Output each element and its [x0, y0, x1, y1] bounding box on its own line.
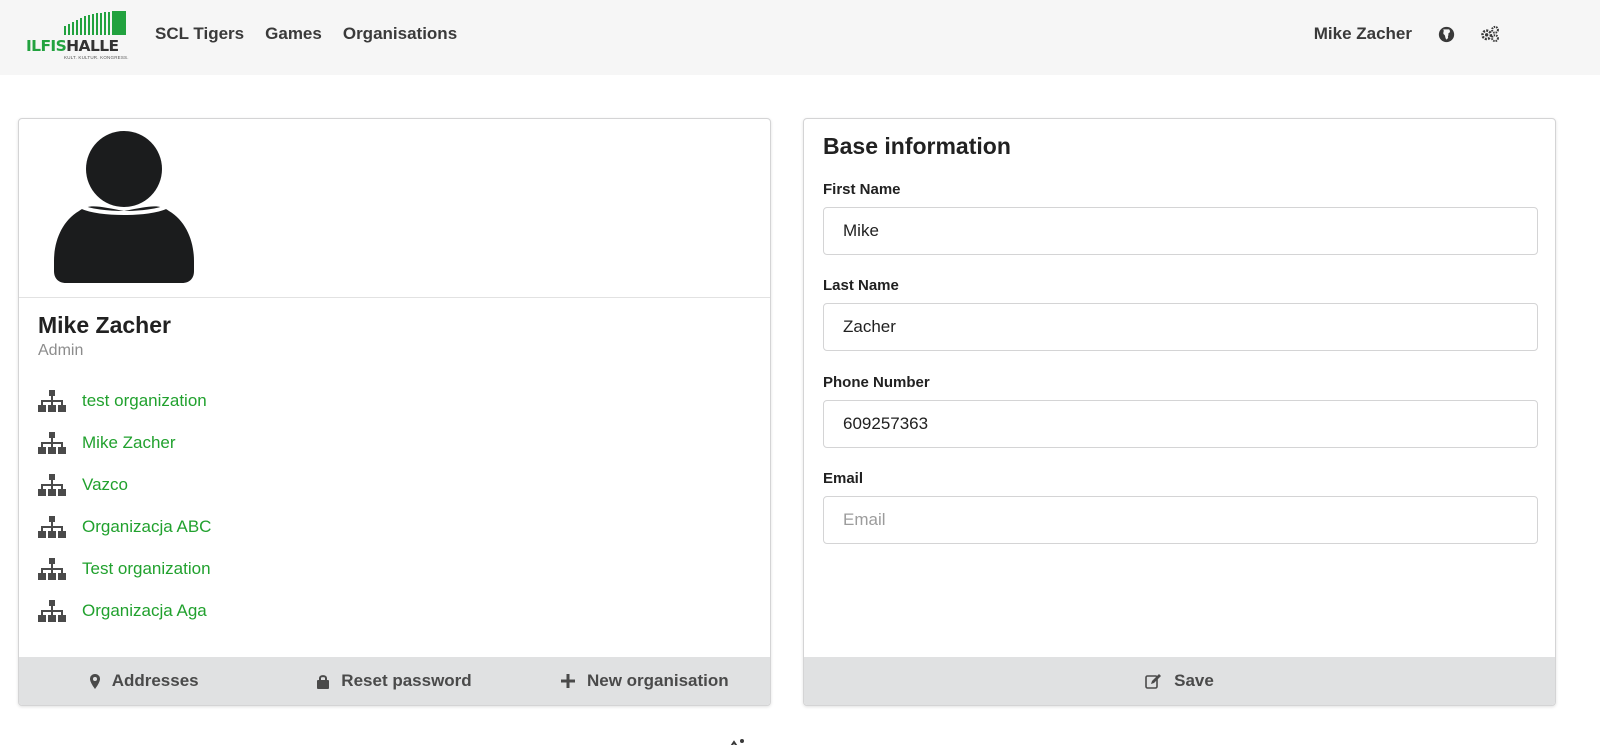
- reset-password-label: Reset password: [341, 671, 472, 690]
- sitemap-icon: [38, 431, 66, 454]
- profile-role: Admin: [38, 342, 84, 359]
- sitemap-icon: [38, 389, 66, 412]
- org-link[interactable]: test organization: [82, 391, 207, 411]
- phone-label: Phone Number: [823, 374, 930, 391]
- last-name-label: Last Name: [823, 277, 899, 294]
- new-organisation-label: New organisation: [586, 671, 729, 690]
- first-name-input[interactable]: [823, 207, 1538, 255]
- addresses-label: Addresses: [111, 671, 199, 690]
- top-navbar: ILFISHALLE KULT. KULTUR. KONGRESS. SCL T…: [0, 0, 1600, 75]
- org-item-organizacja-aga[interactable]: Organizacja Aga: [38, 588, 211, 633]
- new-organisation-button[interactable]: New organisation: [520, 671, 770, 691]
- settings-gears-icon[interactable]: [1480, 24, 1500, 44]
- first-name-label: First Name: [823, 181, 901, 198]
- org-item-test-organization[interactable]: test organization: [38, 378, 211, 423]
- sitemap-icon: [38, 515, 66, 538]
- user-avatar-icon: [54, 131, 194, 283]
- org-item-mike-zacher[interactable]: Mike Zacher: [38, 420, 211, 465]
- phone-field-group: Phone Number: [823, 374, 1538, 448]
- logo-wordmark: ILFISHALLE: [26, 37, 119, 55]
- email-input[interactable]: [823, 496, 1538, 544]
- nav-user-name[interactable]: Mike Zacher: [1314, 24, 1412, 44]
- nav-link-games[interactable]: Games: [265, 24, 322, 44]
- bottom-partial-icon: [730, 735, 820, 745]
- reset-password-button[interactable]: Reset password: [269, 671, 519, 691]
- save-label: Save: [1174, 671, 1214, 690]
- sitemap-icon: [38, 599, 66, 622]
- form-title: Base information: [823, 133, 1011, 159]
- org-link[interactable]: Vazco: [82, 475, 128, 495]
- profile-card-footer: Addresses Reset password New organisatio…: [19, 657, 770, 705]
- profile-name: Mike Zacher: [38, 312, 171, 338]
- save-button[interactable]: Save: [804, 671, 1555, 691]
- logo-bars-graphic: [64, 11, 126, 35]
- organization-list: test organization Mike Zacher Vazco Orga…: [38, 381, 211, 633]
- email-label: Email: [823, 470, 864, 487]
- org-link[interactable]: Mike Zacher: [82, 433, 176, 453]
- plus-icon: [560, 674, 575, 688]
- sitemap-icon: [38, 557, 66, 580]
- nav-link-scl-tigers[interactable]: SCL Tigers: [155, 24, 244, 44]
- org-item-test-organization-2[interactable]: Test organization: [38, 546, 211, 591]
- last-name-input[interactable]: [823, 303, 1538, 351]
- logo-tagline: KULT. KULTUR. KONGRESS.: [64, 55, 129, 60]
- avatar-area: [19, 119, 770, 298]
- org-link[interactable]: Test organization: [82, 559, 211, 579]
- main-nav: SCL Tigers Games Organisations: [155, 24, 457, 44]
- sitemap-icon: [38, 473, 66, 496]
- org-item-organizacja-abc[interactable]: Organizacja ABC: [38, 504, 211, 549]
- org-link[interactable]: Organizacja Aga: [82, 601, 207, 621]
- lock-icon: [317, 674, 330, 689]
- org-link[interactable]: Organizacja ABC: [82, 517, 211, 537]
- nav-link-organisations[interactable]: Organisations: [343, 24, 457, 44]
- edit-icon: [1145, 673, 1162, 689]
- base-information-footer: Save: [804, 657, 1555, 705]
- map-marker-icon: [89, 673, 100, 689]
- phone-input[interactable]: [823, 400, 1538, 448]
- email-field-group: Email: [823, 470, 1538, 544]
- nav-right: Mike Zacher: [1314, 24, 1500, 44]
- org-item-vazco[interactable]: Vazco: [38, 462, 211, 507]
- ilfishalle-logo[interactable]: ILFISHALLE KULT. KULTUR. KONGRESS.: [26, 11, 136, 61]
- globe-icon[interactable]: [1436, 24, 1456, 44]
- base-information-card: Base information First Name Last Name Ph…: [803, 118, 1556, 706]
- addresses-button[interactable]: Addresses: [19, 671, 269, 691]
- first-name-field-group: First Name: [823, 181, 1538, 255]
- profile-card: Mike Zacher Admin test organization Mike…: [18, 118, 771, 706]
- last-name-field-group: Last Name: [823, 277, 1538, 351]
